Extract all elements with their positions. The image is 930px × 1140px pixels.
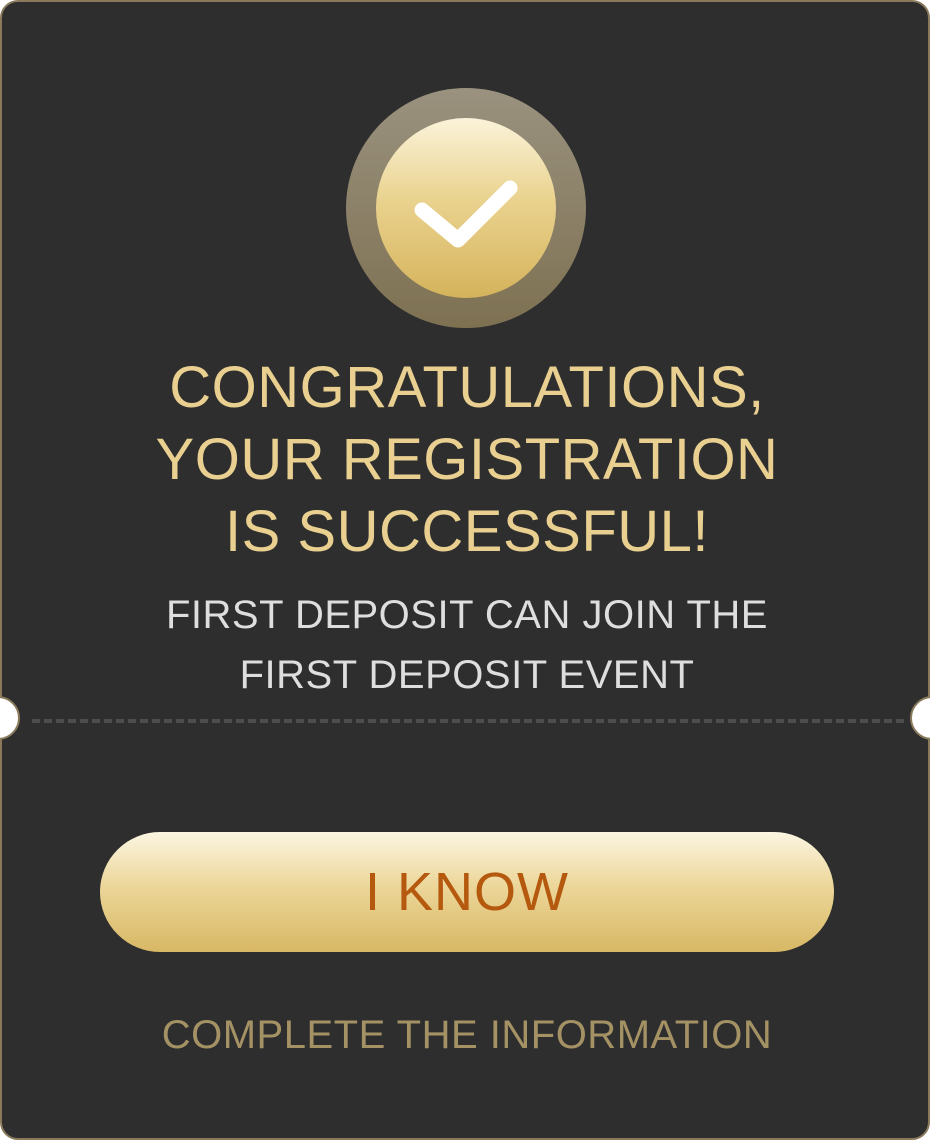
success-subtext: FIRST DEPOSIT CAN JOIN THE FIRST DEPOSIT…	[62, 585, 872, 705]
checkmark-icon	[414, 180, 518, 248]
dashed-divider	[32, 719, 904, 723]
registration-success-dialog: CONGRATULATIONS, YOUR REGISTRATION IS SU…	[0, 0, 930, 1140]
success-badge	[346, 88, 586, 328]
headline-line: IS SUCCESSFUL!	[225, 499, 709, 564]
complete-information-link[interactable]: COMPLETE THE INFORMATION	[62, 1010, 872, 1060]
headline-line: YOUR REGISTRATION	[155, 427, 779, 492]
headline-line: CONGRATULATIONS,	[169, 355, 765, 420]
i-know-button[interactable]: I KNOW	[100, 832, 834, 952]
success-badge-inner	[376, 118, 556, 298]
success-headline: CONGRATULATIONS, YOUR REGISTRATION IS SU…	[62, 352, 872, 568]
subtext-line: FIRST DEPOSIT CAN JOIN THE	[166, 593, 768, 637]
subtext-line: FIRST DEPOSIT EVENT	[239, 653, 695, 697]
